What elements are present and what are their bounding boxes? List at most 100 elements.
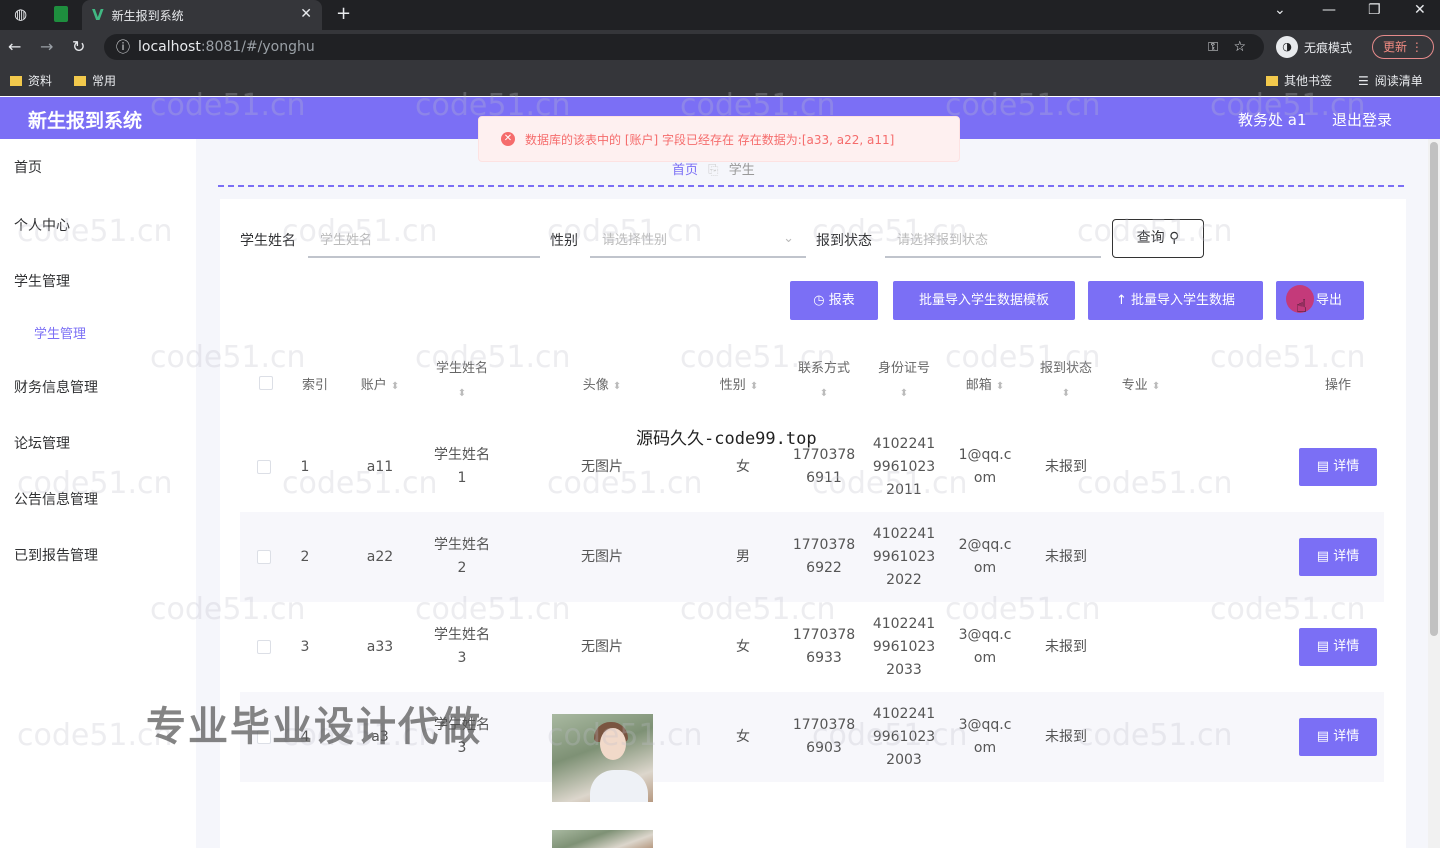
cell-name-text: 学生姓名 — [434, 447, 490, 463]
header-account-label: 账户 — [360, 378, 387, 393]
cell-index: 3 — [290, 636, 320, 659]
sort-icon[interactable]: ⬍ — [1152, 381, 1160, 392]
back-icon[interactable]: ← — [8, 37, 21, 56]
cell-avatar: 无图片 — [560, 636, 644, 659]
detail-button[interactable]: ▤ 详情 — [1299, 538, 1377, 576]
site-info-icon[interactable]: ⓘ — [116, 37, 130, 57]
cell-name-text: 2 — [457, 560, 467, 576]
header-major[interactable]: 专业 ⬍ — [1106, 374, 1176, 393]
watermark-text: code51.cn — [415, 340, 571, 375]
minimize-icon[interactable]: — — [1322, 2, 1336, 18]
sidebar-item-finance[interactable]: 财务信息管理 — [14, 377, 98, 397]
detail-button[interactable]: ▤ 详情 — [1299, 448, 1377, 486]
detail-icon: ▤ — [1316, 549, 1334, 564]
window-close-icon[interactable]: ✕ — [1414, 2, 1426, 18]
cell-name-text: 学生姓名 — [434, 627, 490, 643]
other-bookmarks-label: 其他书签 — [1284, 74, 1333, 88]
cell-account: a33 — [345, 636, 415, 659]
chevron-down-icon: ⌄ — [783, 230, 794, 246]
batch-import-button[interactable]: ↑ 批量导入学生数据 — [1088, 281, 1263, 320]
watermark-text: code51.cn — [812, 718, 968, 753]
tab-search-icon[interactable]: ⌄ — [1274, 2, 1286, 18]
watermark-text: code51.cn — [1077, 214, 1233, 249]
cell-index: 2 — [290, 546, 320, 569]
select-all-checkbox[interactable] — [259, 376, 273, 390]
incognito-indicator[interactable]: ◑ 无痕模式 — [1276, 36, 1352, 58]
watermark-text: code51.cn — [282, 466, 438, 501]
header-account[interactable]: 账户 ⬍ — [345, 374, 415, 393]
reading-list-icon: ☰ — [1358, 74, 1369, 88]
cell-gender: 女 — [704, 726, 782, 749]
watermark-text: code51.cn — [415, 592, 571, 627]
cell-account: a22 — [345, 546, 415, 569]
sidebar-item-report[interactable]: 已到报告管理 — [14, 545, 98, 565]
update-button[interactable]: 更新 ⋮ — [1372, 35, 1434, 59]
import-template-button[interactable]: 批量导入学生数据模板 — [893, 281, 1075, 320]
cell-gender-text: 女 — [736, 728, 750, 745]
header-idcard[interactable]: 身份证号 ⬍ — [864, 357, 944, 406]
other-bookmarks[interactable]: 其他书签 — [1266, 72, 1332, 89]
sort-icon[interactable]: ⬍ — [820, 388, 828, 399]
sidebar-subitem-student-mgmt[interactable]: 学生管理 — [34, 323, 86, 342]
address-bar[interactable]: ⓘ localhost:8081/#/yonghu ⚿ ☆ — [104, 34, 1264, 60]
detail-icon: ▤ — [1316, 459, 1334, 474]
bookmark-star-icon[interactable]: ☆ — [1233, 39, 1246, 55]
sidebar-item-student-mgmt[interactable]: 学生管理 — [14, 271, 70, 291]
watermark-text: code51.cn — [680, 340, 836, 375]
cell-email-text: om — [973, 560, 997, 576]
watermark-text: code51.cn — [1210, 592, 1366, 627]
reading-list[interactable]: ☰ 阅读清单 — [1358, 72, 1423, 89]
sort-icon[interactable]: ⬍ — [900, 388, 908, 399]
watermark-text: code51.cn — [17, 466, 173, 501]
reload-icon[interactable]: ↻ — [72, 37, 85, 56]
header-gender-label: 性别 — [719, 378, 746, 393]
site-overlay-text: 源码久久-code99.top — [636, 429, 817, 449]
watermark-text: code51.cn — [812, 214, 968, 249]
error-message: 数据库的该表中的 [账户] 字段已经存在 存在数据为:[a33, a22, a1… — [525, 132, 895, 147]
error-toast: ✕ 数据库的该表中的 [账户] 字段已经存在 存在数据为:[a33, a22, … — [478, 116, 960, 162]
cell-email: 3@qq.c om — [948, 624, 1022, 670]
scrollbar-thumb[interactable] — [1430, 142, 1438, 636]
error-icon: ✕ — [501, 132, 515, 146]
maximize-icon[interactable]: ❐ — [1368, 2, 1381, 18]
sort-icon[interactable]: ⬍ — [613, 381, 621, 392]
header-gender[interactable]: 性别 ⬍ — [704, 374, 774, 393]
browser-globe-icon[interactable]: ◍ — [14, 5, 27, 23]
report-button[interactable]: ◷ 报表 — [790, 281, 878, 320]
header-avatar-label: 头像 — [582, 378, 609, 393]
cell-index-text: 3 — [300, 638, 310, 655]
watermark-text: code51.cn — [547, 718, 703, 753]
header-email[interactable]: 邮箱 ⬍ — [948, 374, 1022, 393]
row-checkbox[interactable] — [257, 460, 271, 474]
detail-label: 详情 — [1333, 729, 1360, 744]
row-checkbox[interactable] — [257, 640, 271, 654]
key-icon[interactable]: ⚿ — [1208, 40, 1218, 55]
sidebar-item-forum[interactable]: 论坛管理 — [14, 433, 70, 453]
breadcrumb-home[interactable]: 首页 — [672, 163, 698, 178]
watermark-text: code51.cn — [150, 340, 306, 375]
cell-name: 学生姓名 3 — [420, 624, 504, 670]
dashed-divider — [218, 185, 1404, 187]
header-avatar[interactable]: 头像 ⬍ — [560, 374, 644, 393]
browser-tab-active[interactable]: V 新生报到系统 ✕ — [82, 0, 322, 30]
new-tab-icon[interactable]: + — [336, 3, 351, 24]
detail-button[interactable]: ▤ 详情 — [1299, 718, 1377, 756]
bookmark-folder-2[interactable]: 常用 — [74, 72, 116, 89]
forward-icon[interactable]: → — [40, 37, 53, 56]
close-tab-icon[interactable]: ✕ — [300, 6, 312, 22]
sort-icon[interactable]: ⬍ — [996, 381, 1004, 392]
cell-gender: 女 — [704, 456, 782, 479]
cell-name-text: 3 — [457, 650, 467, 666]
sort-icon[interactable]: ⬍ — [1062, 388, 1070, 399]
sidebar-item-home[interactable]: 首页 — [14, 157, 42, 177]
bookmark-folder-1[interactable]: 资料 — [10, 72, 52, 89]
cell-email-text: om — [973, 650, 997, 666]
sort-icon[interactable]: ⬍ — [750, 381, 758, 392]
row-checkbox[interactable] — [257, 550, 271, 564]
sort-icon[interactable]: ⬍ — [391, 381, 399, 392]
sort-icon[interactable]: ⬍ — [458, 388, 466, 399]
header-major-label: 专业 — [1121, 378, 1148, 393]
detail-button[interactable]: ▤ 详情 — [1299, 628, 1377, 666]
sheets-tab-icon[interactable] — [54, 6, 68, 22]
header-ops: 操作 — [1300, 374, 1376, 393]
